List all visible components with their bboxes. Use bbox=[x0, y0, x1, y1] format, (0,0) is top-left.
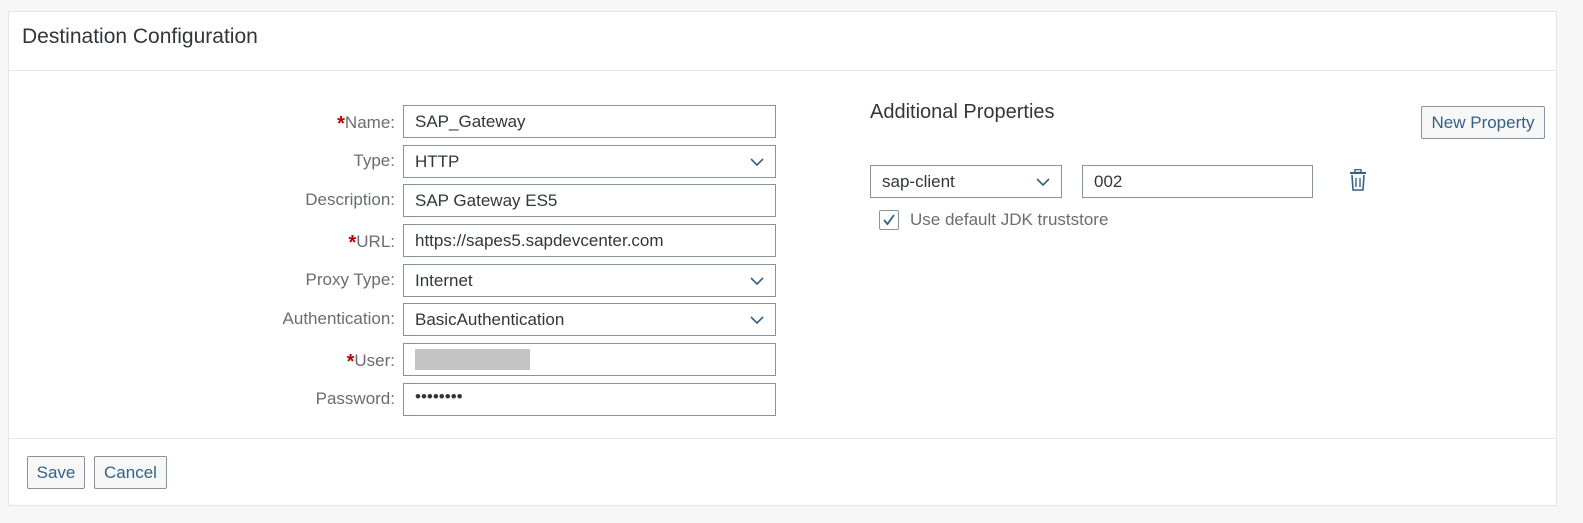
chevron-down-icon[interactable] bbox=[750, 314, 764, 326]
panel-footer: Save Cancel bbox=[9, 438, 1556, 505]
authentication-select-value: BasicAuthentication bbox=[415, 310, 565, 329]
panel-header: Destination Configuration bbox=[9, 12, 1556, 71]
name-input[interactable]: SAP_Gateway bbox=[403, 105, 776, 138]
name-input-value: SAP_Gateway bbox=[415, 112, 526, 131]
property-value-text: 002 bbox=[1094, 172, 1123, 191]
url-input[interactable]: https://sapes5.sapdevcenter.com bbox=[403, 224, 776, 257]
description-label: Description: bbox=[305, 190, 395, 209]
additional-properties-title: Additional Properties bbox=[870, 101, 1055, 123]
url-input-value: https://sapes5.sapdevcenter.com bbox=[415, 231, 664, 250]
authentication-label: Authentication: bbox=[282, 309, 395, 328]
password-input-value: •••••••• bbox=[415, 387, 463, 406]
property-key-select[interactable]: sap-client bbox=[870, 165, 1062, 198]
property-value-input[interactable]: 002 bbox=[1082, 165, 1313, 198]
new-property-button[interactable]: New Property bbox=[1421, 106, 1545, 139]
page-title: Destination Configuration bbox=[22, 25, 258, 48]
destination-config-panel: Destination Configuration *Name: SAP_Gat… bbox=[8, 11, 1557, 506]
type-label: Type: bbox=[353, 151, 395, 170]
proxy-type-select[interactable]: Internet bbox=[403, 264, 776, 297]
proxy-type-label: Proxy Type: bbox=[305, 270, 395, 289]
required-marker: * bbox=[337, 113, 345, 135]
property-key-value: sap-client bbox=[882, 172, 955, 191]
trash-icon[interactable] bbox=[1348, 169, 1368, 191]
user-input[interactable] bbox=[403, 343, 776, 376]
authentication-select[interactable]: BasicAuthentication bbox=[403, 303, 776, 336]
password-label: Password: bbox=[315, 389, 395, 408]
chevron-down-icon[interactable] bbox=[1036, 176, 1050, 188]
password-input[interactable]: •••••••• bbox=[403, 383, 776, 416]
chevron-down-icon[interactable] bbox=[750, 275, 764, 287]
truststore-label: Use default JDK truststore bbox=[910, 210, 1109, 229]
name-label: *Name: bbox=[337, 111, 395, 135]
url-label: *URL: bbox=[348, 230, 395, 254]
name-label-text: Name: bbox=[344, 113, 395, 132]
chevron-down-icon[interactable] bbox=[750, 156, 764, 168]
save-button[interactable]: Save bbox=[27, 456, 85, 489]
required-marker: * bbox=[346, 351, 355, 373]
user-label: *User: bbox=[346, 349, 395, 373]
proxy-type-select-value: Internet bbox=[415, 271, 473, 290]
type-select[interactable]: HTTP bbox=[403, 145, 776, 178]
url-label-text: URL: bbox=[356, 232, 395, 251]
description-input[interactable]: SAP Gateway ES5 bbox=[403, 184, 776, 217]
user-label-text: User: bbox=[354, 351, 395, 370]
required-marker: * bbox=[348, 232, 357, 254]
truststore-checkbox[interactable] bbox=[879, 210, 899, 230]
redacted-user-value bbox=[415, 349, 530, 370]
cancel-button[interactable]: Cancel bbox=[94, 456, 167, 489]
description-input-value: SAP Gateway ES5 bbox=[415, 191, 558, 210]
checkmark-icon bbox=[883, 214, 895, 226]
type-select-value: HTTP bbox=[415, 152, 460, 171]
